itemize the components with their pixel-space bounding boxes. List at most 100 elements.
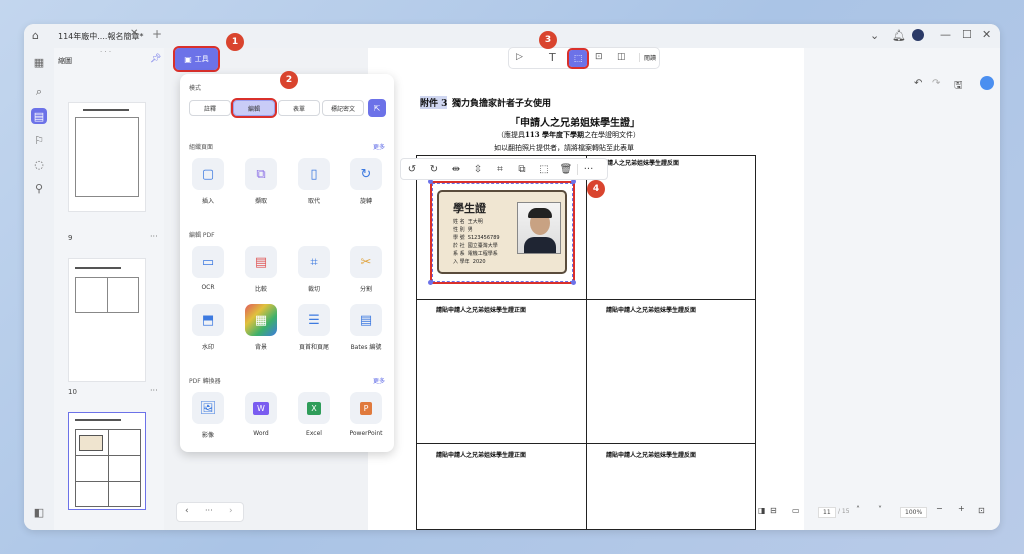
maximize-icon[interactable]: ☐ [962,28,972,41]
excel-convert-tool[interactable]: X Excel [292,392,336,437]
header-footer-tool[interactable]: ☰ 頁首和頁尾 [292,304,336,351]
drag-handle[interactable]: · · · [100,48,111,56]
thumbnail-page-number: 10 [68,388,77,396]
rotate-tool[interactable]: ↻ 旋轉 [344,158,388,205]
close-window-icon[interactable]: ✕ [982,28,991,41]
card-value: 王大明 [467,219,483,225]
ocr-tool[interactable]: ▭ OCR [186,246,230,291]
new-tab-icon[interactable]: + [152,27,162,41]
thumbnail-page-11[interactable] [68,412,146,510]
callout-4: 4 [587,180,605,198]
layers-icon[interactable]: ◧ [31,504,47,520]
mode-extra-icon[interactable]: ⇱ [368,99,386,117]
document-instruction: 如以翻拍照片提供者，請將檔案轉貼至此表單 [494,144,634,152]
mode-label: 編輯 [247,105,260,113]
panel-toggle-icon[interactable]: ◨ [758,506,766,515]
home-icon[interactable]: ⌂ [32,29,39,42]
tool-label: 影像 [201,432,214,439]
watermark-tool[interactable]: ⬒ 水印 [186,304,230,351]
background-tool[interactable]: ▦ 背景 [239,304,283,351]
thumbnail-page-10[interactable] [68,258,146,382]
pin-icon[interactable]: 📌︎ [150,54,161,64]
bookmark-icon[interactable]: ⚐ [31,132,47,148]
organize-more-link[interactable]: 更多 [373,142,385,151]
presentation-icon[interactable]: ▭ [792,506,800,515]
powerpoint-convert-tool[interactable]: P PowerPoint [344,392,388,437]
fit-page-icon[interactable]: ⊡ [978,506,985,515]
split-tool[interactable]: ✂ 分割 [344,246,388,293]
search-icon[interactable]: ⌕ [31,84,47,100]
flip-vertical-icon[interactable]: ⇳ [467,164,489,175]
mode-redact[interactable]: 標記密文 [322,100,364,116]
next-icon[interactable]: › [229,506,233,516]
word-convert-tool[interactable]: W Word [239,392,283,437]
extract-tool[interactable]: ⧉ 擷取 [239,158,283,205]
edit-toolbar: ▷ T ⬚ ⊡ ◫ 閱讀 [508,47,660,69]
comment-icon[interactable]: ◌ [31,156,47,172]
page-up-icon[interactable]: ˄ [856,505,860,514]
compare-tool[interactable]: ▤ 比較 [239,246,283,293]
delete-icon[interactable]: 🗑︎ [555,164,577,175]
more-dots-icon[interactable]: ··· [205,506,213,515]
page-down-icon[interactable]: ˅ [878,505,882,514]
minimize-icon[interactable]: — [940,28,951,41]
more-options-icon[interactable]: ··· [577,163,599,175]
mode-label: 標記密文 [330,105,355,113]
replace-image-icon[interactable]: ⬚ [533,164,555,175]
thumbnail-more-button[interactable]: ··· [150,232,158,241]
resize-handle[interactable] [571,280,576,285]
save-icon[interactable]: 🖫︎ [954,78,963,95]
mode-edit[interactable]: 編輯 [231,98,277,118]
display-icon[interactable]: ⊟ [770,506,777,515]
prev-icon[interactable]: ‹ [185,506,189,516]
zoom-in-icon[interactable]: + [958,504,965,513]
crop-image-icon[interactable]: ⌗ [489,164,511,175]
text-tool-icon[interactable]: T [549,51,556,64]
rotate-right-icon[interactable]: ↻ [423,164,445,175]
bates-tool[interactable]: ▤ Bates 編號 [344,304,388,351]
attachment-icon[interactable]: ⚲ [31,180,47,196]
crop-tool-icon[interactable]: ◫ [617,52,626,62]
grid-icon[interactable]: ▦ [31,54,47,70]
undo-icon[interactable]: ↶ [914,78,922,89]
page-input[interactable]: 11 [818,507,836,518]
redo-icon[interactable]: ↷ [932,78,940,89]
ai-assistant-icon[interactable] [980,76,994,90]
thumbnail-nav: ‹ ··· › [176,502,244,522]
bell-icon[interactable]: 🔔︎ [892,29,906,42]
tools-button[interactable]: ▣ 工具 [173,46,220,72]
image-tool-button[interactable]: ⬚ [567,48,589,69]
thumbnail-header: 縮圖 [58,57,72,65]
thumbnail-page-9[interactable] [68,102,146,212]
thumbnail-more-button[interactable]: ··· [150,386,158,395]
callout-1: 1 [226,33,244,51]
thumbnails-icon[interactable]: ▤ [31,108,47,124]
left-rail: ▦ ⌕ ▤ ⚐ ◌ ⚲ ◧ [24,48,54,530]
tool-label: 比較 [254,286,267,293]
rotate-left-icon[interactable]: ↺ [401,164,423,175]
extract-image-icon[interactable]: ⧉ [511,164,533,175]
zoom-out-icon[interactable]: − [936,504,943,513]
chevron-down-icon[interactable]: ⌄ [870,29,879,42]
insert-tool[interactable]: ▢ 插入 [186,158,230,205]
tab-close-icon[interactable]: ✕ [130,28,138,39]
crop-tool[interactable]: ⌗ 裁切 [292,246,336,293]
flip-horizontal-icon[interactable]: ⇹ [445,164,467,175]
excel-icon: X [298,392,330,424]
mode-form[interactable]: 表單 [278,100,320,116]
mode-header: 模式 [189,85,202,92]
zoom-level[interactable]: 100% [900,507,928,518]
avatar[interactable] [912,29,924,41]
link-tool-icon[interactable]: ⊡ [595,52,603,62]
view-mode-button[interactable]: 閱讀 [639,53,656,62]
edit-pdf-header: 編輯 PDF [189,232,215,239]
image-convert-tool[interactable]: 🖼︎ 影像 [186,392,230,439]
replace-tool[interactable]: ▯ 取代 [292,158,336,205]
thumbnail-page-number: 9 [68,234,73,242]
mode-annotate[interactable]: 註釋 [189,100,231,116]
converter-more-link[interactable]: 更多 [373,376,385,385]
tool-label: 分割 [359,286,372,293]
resize-handle[interactable] [428,280,433,285]
select-cursor-icon[interactable]: ▷ [516,52,523,62]
image-context-toolbar: ↺ ↻ ⇹ ⇳ ⌗ ⧉ ⬚ 🗑︎ ··· [400,158,608,180]
